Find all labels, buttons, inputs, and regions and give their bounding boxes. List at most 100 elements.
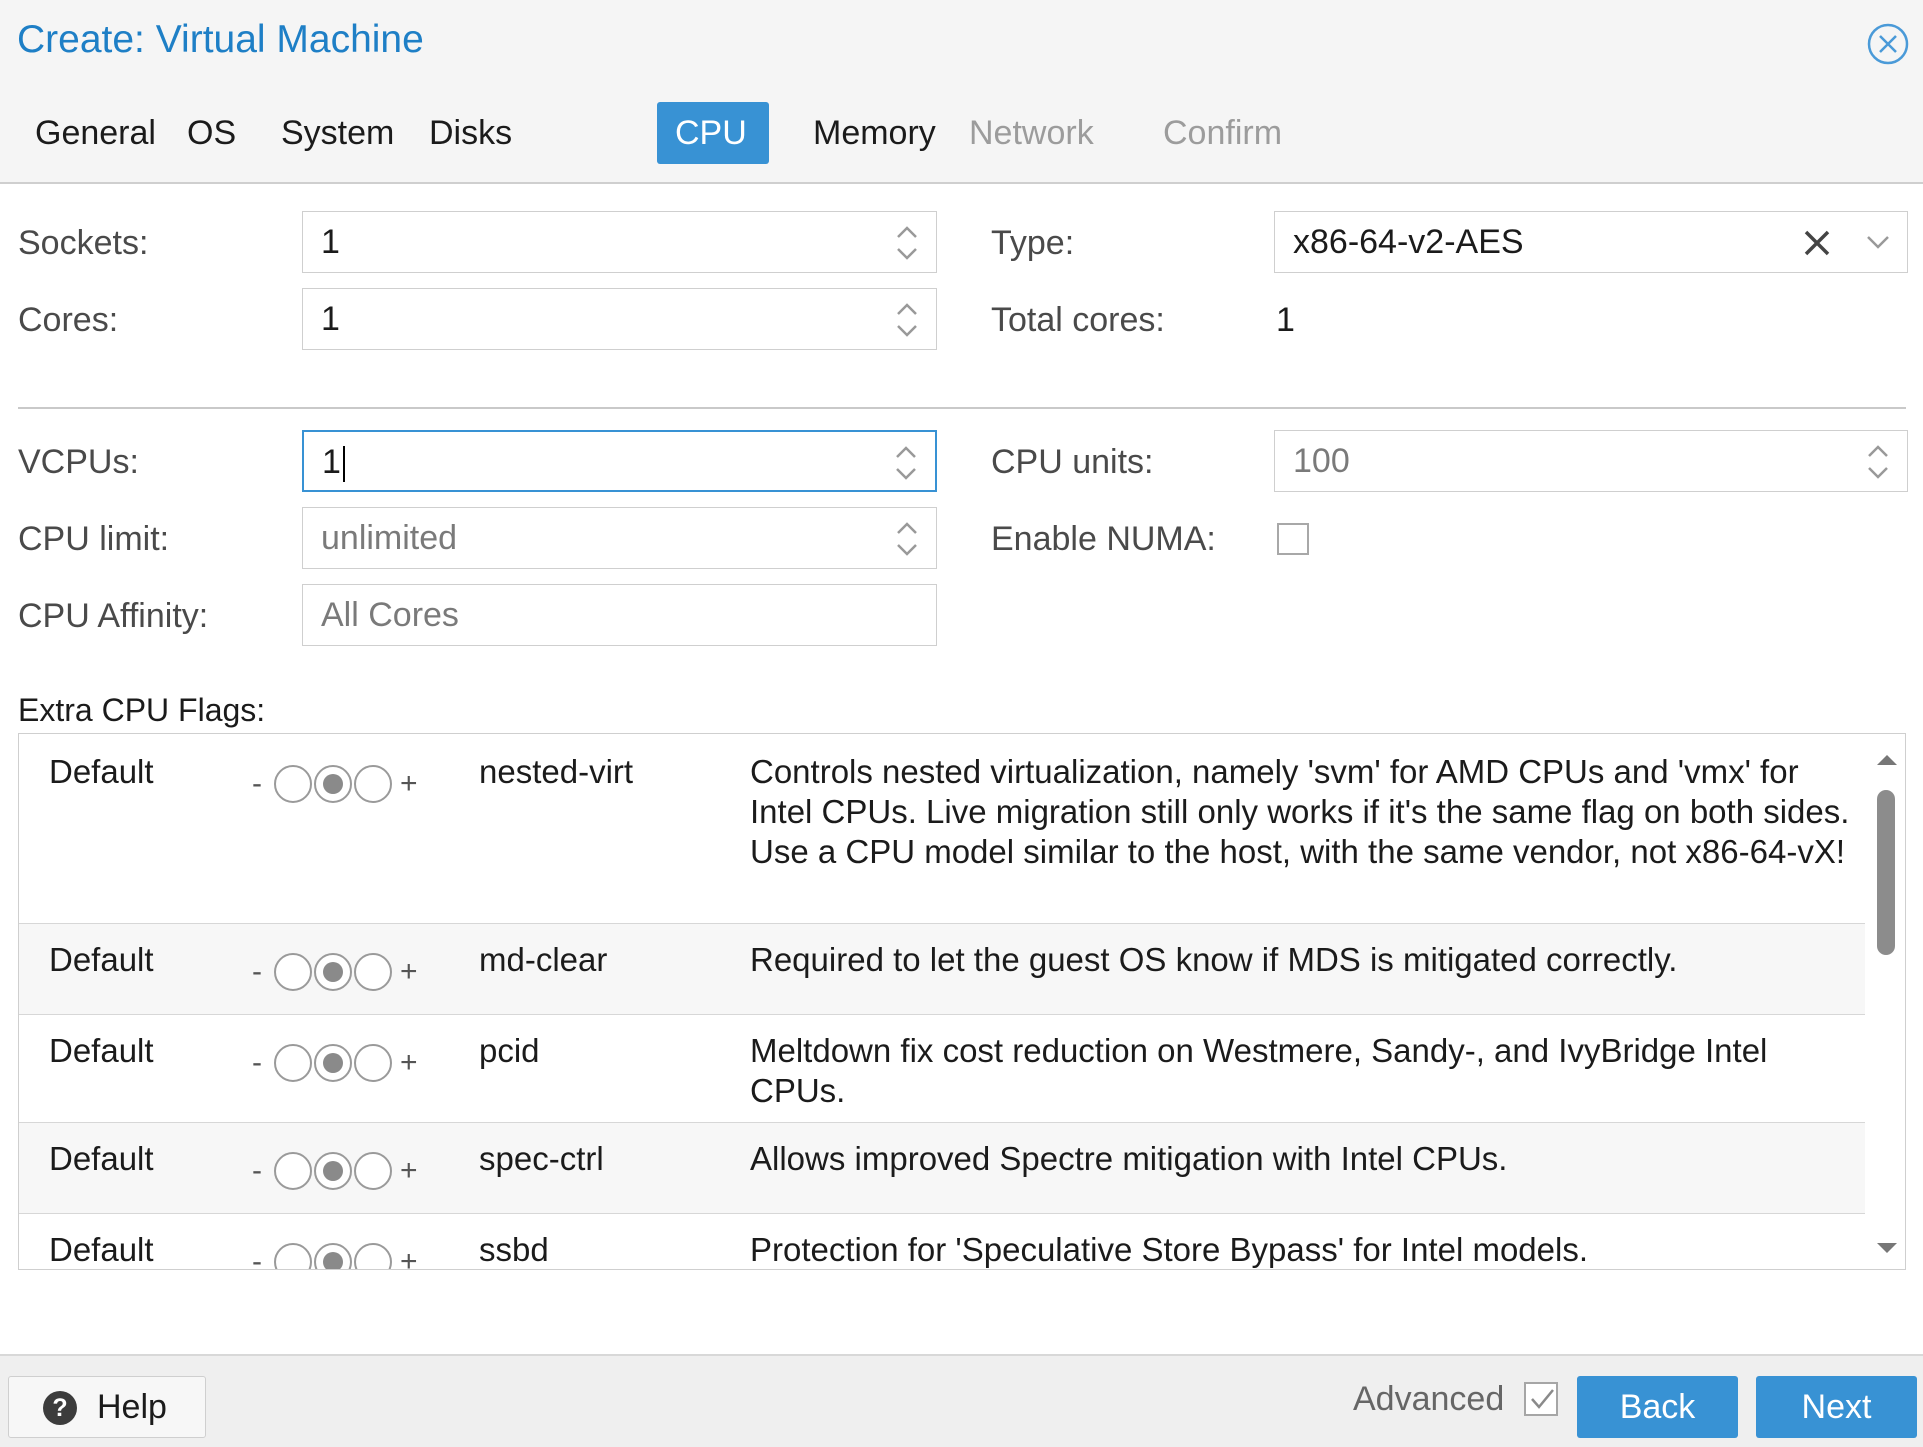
- cores-spinner[interactable]: 1: [302, 288, 937, 350]
- tri-state-toggle[interactable]: - +: [234, 947, 434, 997]
- enable-numa-label: Enable NUMA:: [991, 520, 1216, 558]
- toggle-on-option[interactable]: [354, 953, 392, 991]
- create-vm-dialog: Create: Virtual Machine General OS Syste…: [0, 0, 1923, 1447]
- table-row: Default - + spec-ctrl Allows improved Sp…: [19, 1123, 1865, 1214]
- cpu-units-spinner[interactable]: 100: [1274, 430, 1908, 492]
- tab-confirm: Confirm: [1163, 114, 1283, 152]
- tri-state-toggle[interactable]: - +: [234, 1237, 434, 1270]
- spinner-arrows-icon[interactable]: [894, 299, 920, 341]
- sockets-value: 1: [321, 223, 340, 261]
- help-label: Help: [97, 1388, 167, 1426]
- type-combobox[interactable]: x86-64-v2-AES: [1274, 211, 1908, 273]
- close-circle-icon[interactable]: [1866, 22, 1910, 66]
- advanced-label: Advanced: [1353, 1380, 1505, 1418]
- toggle-on-option[interactable]: [354, 1152, 392, 1190]
- flag-state: Default: [49, 941, 154, 978]
- flag-name: md-clear: [479, 941, 608, 978]
- tab-os[interactable]: OS: [169, 102, 254, 164]
- dialog-footer: ? Help Advanced Back Next: [0, 1354, 1923, 1447]
- toggle-on-option[interactable]: [354, 1243, 392, 1269]
- flag-state: Default: [49, 1231, 154, 1268]
- spinner-arrows-icon[interactable]: [1865, 441, 1891, 483]
- tab-memory[interactable]: Memory: [795, 102, 954, 164]
- cores-label: Cores:: [18, 301, 119, 339]
- question-circle-icon: ?: [43, 1391, 77, 1425]
- flag-description: Allows improved Spectre mitigation with …: [750, 1140, 1508, 1177]
- flag-name: spec-ctrl: [479, 1140, 604, 1177]
- table-row: Default - + ssbd Protection for 'Specula…: [19, 1214, 1865, 1270]
- cpu-limit-label: CPU limit:: [18, 520, 170, 558]
- chevron-down-icon[interactable]: [1865, 232, 1891, 252]
- flag-description: Controls nested virtualization, namely '…: [750, 753, 1850, 870]
- flag-name: nested-virt: [479, 753, 634, 790]
- flag-description: Meltdown fix cost reduction on Westmere,…: [750, 1032, 1768, 1109]
- toggle-default-option[interactable]: [314, 1152, 352, 1190]
- flag-state: Default: [49, 1140, 154, 1177]
- toggle-on-option[interactable]: [354, 765, 392, 803]
- flag-name: ssbd: [479, 1231, 549, 1268]
- scroll-up-arrow-icon[interactable]: [1877, 755, 1897, 765]
- tab-general[interactable]: General: [17, 102, 174, 164]
- flag-description: Protection for 'Speculative Store Bypass…: [750, 1231, 1589, 1268]
- plus-sign: +: [400, 767, 418, 800]
- extra-cpu-flags-label: Extra CPU Flags:: [18, 692, 266, 728]
- clear-x-icon[interactable]: [1803, 229, 1831, 257]
- toggle-on-option[interactable]: [354, 1044, 392, 1082]
- type-label: Type:: [991, 224, 1075, 262]
- grid-scrollbar[interactable]: [1866, 735, 1906, 1268]
- dialog-title: Create: Virtual Machine: [17, 18, 424, 61]
- toggle-default-option[interactable]: [314, 953, 352, 991]
- help-button[interactable]: ? Help: [8, 1376, 206, 1438]
- sockets-label: Sockets:: [18, 224, 149, 262]
- cpu-affinity-label: CPU Affinity:: [18, 597, 209, 635]
- total-cores-label: Total cores:: [991, 301, 1165, 339]
- toggle-off-option[interactable]: [274, 1243, 312, 1269]
- enable-numa-checkbox[interactable]: [1277, 523, 1309, 555]
- spinner-arrows-icon[interactable]: [894, 222, 920, 264]
- text-caret: [342, 446, 345, 483]
- minus-sign: -: [252, 1245, 262, 1270]
- toggle-default-option[interactable]: [314, 765, 352, 803]
- tab-disks[interactable]: Disks: [411, 102, 530, 164]
- minus-sign: -: [252, 1046, 262, 1079]
- toggle-off-option[interactable]: [274, 953, 312, 991]
- scroll-down-arrow-icon[interactable]: [1877, 1243, 1897, 1253]
- tri-state-toggle[interactable]: - +: [234, 1146, 434, 1196]
- spinner-arrows-icon[interactable]: [893, 442, 919, 484]
- plus-sign: +: [400, 1046, 418, 1079]
- flag-description: Required to let the guest OS know if MDS…: [750, 941, 1678, 978]
- cpu-flags-grid: Default - + nested-virt Controls nested …: [18, 733, 1906, 1270]
- tri-state-toggle[interactable]: - +: [234, 1038, 434, 1088]
- cpu-units-label: CPU units:: [991, 443, 1154, 481]
- tab-system[interactable]: System: [263, 102, 412, 164]
- sockets-spinner[interactable]: 1: [302, 211, 937, 273]
- checkmark-icon: [1531, 1389, 1554, 1409]
- scrollbar-thumb[interactable]: [1877, 790, 1895, 955]
- vcpus-label: VCPUs:: [18, 443, 139, 481]
- vcpus-value: 1: [322, 443, 341, 481]
- advanced-checkbox[interactable]: [1524, 1382, 1558, 1416]
- cpu-affinity-input[interactable]: All Cores: [302, 584, 937, 646]
- tab-cpu[interactable]: CPU: [657, 102, 769, 164]
- minus-sign: -: [252, 1154, 262, 1187]
- tab-network: Network: [969, 114, 1094, 152]
- minus-sign: -: [252, 955, 262, 988]
- back-button[interactable]: Back: [1577, 1376, 1738, 1438]
- toggle-default-option[interactable]: [314, 1044, 352, 1082]
- toggle-off-option[interactable]: [274, 1044, 312, 1082]
- tri-state-toggle[interactable]: - +: [234, 759, 434, 809]
- flag-state: Default: [49, 753, 154, 790]
- toggle-off-option[interactable]: [274, 765, 312, 803]
- toggle-off-option[interactable]: [274, 1152, 312, 1190]
- minus-sign: -: [252, 767, 262, 800]
- plus-sign: +: [400, 955, 418, 988]
- vcpus-spinner[interactable]: 1: [302, 430, 937, 492]
- toggle-default-option[interactable]: [314, 1243, 352, 1269]
- cpu-limit-placeholder: unlimited: [321, 519, 458, 557]
- cpu-limit-spinner[interactable]: unlimited: [302, 507, 937, 569]
- total-cores-value: 1: [1276, 301, 1295, 339]
- next-button[interactable]: Next: [1756, 1376, 1917, 1438]
- table-row: Default - + pcid Meltdown fix cost reduc…: [19, 1015, 1865, 1123]
- spinner-arrows-icon[interactable]: [894, 518, 920, 560]
- cores-value: 1: [321, 300, 340, 338]
